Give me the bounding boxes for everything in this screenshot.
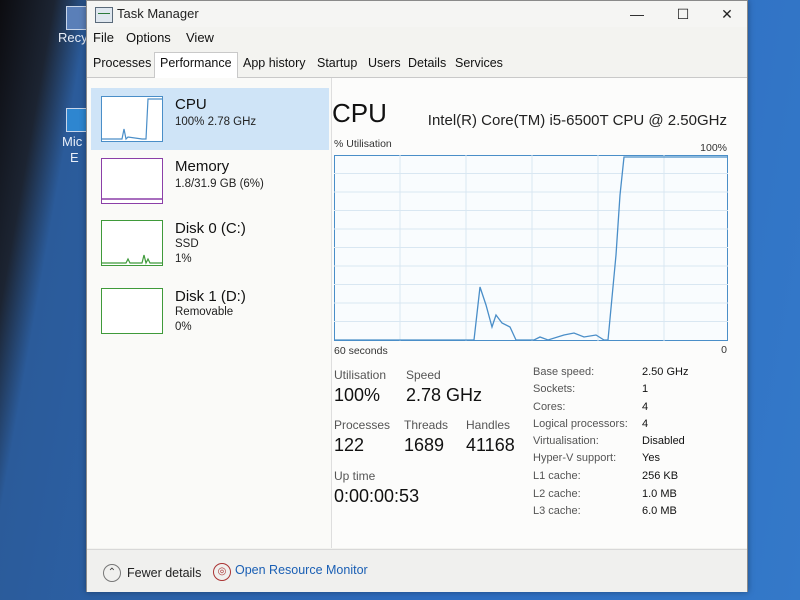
spec-base-speed-label: Base speed: [533, 366, 595, 378]
desktop-label-recycle[interactable]: Recy [58, 30, 88, 45]
open-resource-monitor-link[interactable]: Open Resource Monitor [235, 563, 368, 577]
cpu-utilisation-graph [334, 155, 728, 341]
tab-startup[interactable]: Startup [317, 56, 357, 70]
resource-sidebar: CPU 100% 2.78 GHz Memory 1.8/31.9 GB (6%… [87, 78, 332, 548]
sidebar-memory-name: Memory [175, 158, 230, 175]
edge-icon[interactable] [66, 108, 88, 132]
threads-value: 1689 [404, 435, 445, 455]
sidebar-disk-1-usage: 0% [175, 321, 192, 333]
tab-app-history[interactable]: App history [243, 56, 306, 70]
window-title: Task Manager [117, 6, 199, 21]
spec-l2-cache-value: 1.0 MB [642, 488, 677, 500]
sidebar-item-disk-0[interactable]: Disk 0 (C:) SSD 1% [91, 212, 329, 274]
desktop-label-edge-1[interactable]: Mic [62, 134, 82, 149]
spec-virtualisation-value: Disabled [642, 435, 685, 447]
spec-logical-processors-label: Logical processors: [533, 418, 628, 430]
task-manager-icon [95, 7, 113, 23]
tab-performance[interactable]: Performance [154, 52, 238, 80]
tab-users[interactable]: Users [368, 56, 401, 70]
menu-options[interactable]: Options [126, 30, 171, 45]
graph-min-label: 0 [721, 344, 727, 356]
resource-monitor-icon: ◎ [213, 563, 231, 581]
disk-0-thumbnail-graph [101, 220, 163, 266]
spec-virtualisation-label: Virtualisation: [533, 435, 599, 447]
sidebar-disk-0-usage: 1% [175, 253, 192, 265]
memory-thumbnail-graph [101, 158, 163, 204]
speed-label: Speed [406, 368, 441, 382]
handles-value: 41168 [466, 435, 515, 455]
cpu-thumbnail-graph [101, 96, 163, 142]
speed-value: 2.78 GHz [406, 385, 483, 405]
spec-cores-label: Cores: [533, 401, 566, 413]
spec-cores-value: 4 [642, 401, 649, 413]
panel-title: CPU [332, 98, 387, 128]
sidebar-disk-0-name: Disk 0 (C:) [175, 220, 246, 237]
threads-label: Threads [404, 418, 449, 432]
sidebar-disk-0-type: SSD [175, 238, 199, 250]
spec-logical-processors-value: 4 [642, 418, 649, 430]
menu-view[interactable]: View [186, 30, 214, 45]
graph-time-label: 60 seconds [334, 345, 388, 357]
spec-l1-cache-label: L1 cache: [533, 470, 581, 482]
spec-sockets-label: Sockets: [533, 383, 576, 395]
sidebar-cpu-name: CPU [175, 96, 207, 113]
sidebar-item-memory[interactable]: Memory 1.8/31.9 GB (6%) [91, 150, 329, 212]
spec-sockets-value: 1 [642, 383, 649, 395]
sidebar-memory-stats: 1.8/31.9 GB (6%) [175, 178, 264, 190]
tab-bar: Processes Performance App history Startu… [87, 51, 747, 80]
handles-label: Handles [466, 418, 511, 432]
fewer-details-button[interactable]: Fewer details [127, 566, 201, 580]
utilisation-label: Utilisation [334, 368, 387, 382]
title-bar[interactable]: Task Manager — ☐ ✕ [87, 1, 747, 27]
close-button[interactable]: ✕ [705, 1, 749, 27]
sidebar-disk-1-type: Removable [175, 306, 234, 318]
spec-l1-cache-value: 256 KB [642, 470, 679, 482]
spec-hyper-v-label: Hyper-V support: [533, 452, 617, 464]
task-manager-window: Task Manager — ☐ ✕ File Options View Pro… [86, 0, 748, 592]
tab-details[interactable]: Details [408, 56, 446, 70]
tab-services[interactable]: Services [455, 56, 503, 70]
graph-y-label: % Utilisation [334, 138, 392, 150]
recycle-bin-icon[interactable] [66, 6, 88, 30]
cpu-detail-panel: CPU Intel(R) Core(TM) i5-6500T CPU @ 2.5… [332, 78, 747, 548]
uptime-value: 0:00:00:53 [334, 486, 420, 506]
cpu-model-name: Intel(R) Core(TM) i5-6500T CPU @ 2.50GHz [427, 112, 727, 129]
spec-base-speed-value: 2.50 GHz [642, 366, 689, 378]
minimize-button[interactable]: — [615, 1, 659, 27]
sidebar-item-disk-1[interactable]: Disk 1 (D:) Removable 0% [91, 280, 329, 342]
uptime-label: Up time [334, 469, 376, 483]
chevron-up-icon[interactable]: ⌃ [103, 564, 121, 582]
spec-hyper-v-value: Yes [642, 452, 660, 464]
maximize-button[interactable]: ☐ [661, 1, 705, 27]
menu-file[interactable]: File [93, 30, 114, 45]
processes-value: 122 [334, 435, 365, 455]
spec-l3-cache-value: 6.0 MB [642, 505, 677, 517]
processes-label: Processes [334, 418, 391, 432]
utilisation-value: 100% [334, 385, 381, 405]
disk-1-thumbnail-graph [101, 288, 163, 334]
spec-l3-cache-label: L3 cache: [533, 505, 581, 517]
tab-processes[interactable]: Processes [93, 56, 151, 70]
desktop-label-edge-2[interactable]: E [70, 150, 79, 165]
graph-max-label: 100% [700, 142, 727, 154]
sidebar-cpu-stats: 100% 2.78 GHz [175, 116, 257, 128]
spec-l2-cache-label: L2 cache: [533, 488, 581, 500]
bottom-bar: ⌃ Fewer details ◎ Open Resource Monitor [87, 549, 747, 592]
menu-bar: File Options View [87, 27, 747, 49]
sidebar-disk-1-name: Disk 1 (D:) [175, 288, 246, 305]
sidebar-item-cpu[interactable]: CPU 100% 2.78 GHz [91, 88, 329, 150]
